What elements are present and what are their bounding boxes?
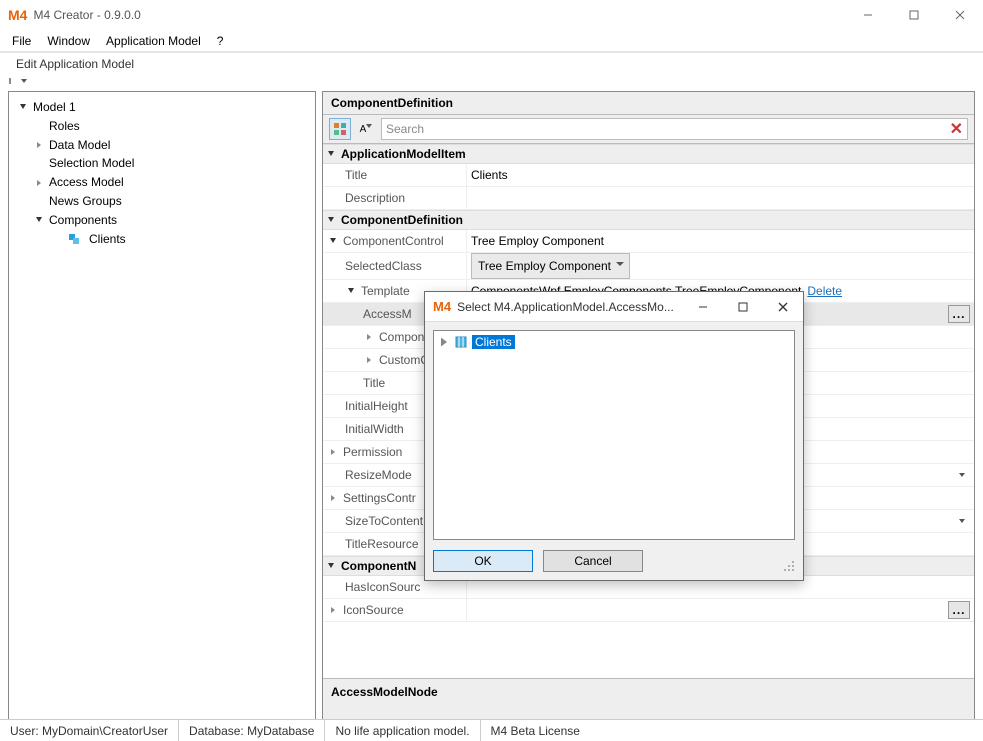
status-license: M4 Beta License [481, 720, 590, 741]
dialog-tree-item-clients[interactable]: Clients [438, 335, 790, 349]
pg-header: ComponentDefinition [323, 92, 974, 115]
maximize-button[interactable] [891, 0, 937, 30]
app-logo: M4 [8, 7, 27, 23]
expand-icon[interactable] [33, 139, 45, 151]
search-placeholder: Search [386, 122, 950, 136]
prop-title[interactable]: TitleClients [323, 164, 974, 187]
cat-app-model-item[interactable]: ApplicationModelItem [323, 144, 974, 164]
cancel-button[interactable]: Cancel [543, 550, 643, 572]
minimize-button[interactable] [845, 0, 891, 30]
search-input[interactable]: Search ✕ [381, 118, 968, 140]
clear-search-icon[interactable]: ✕ [950, 119, 963, 139]
collapse-icon[interactable] [325, 214, 337, 226]
dialog-tree-item-label: Clients [472, 335, 515, 349]
edit-header-label: Edit Application Model [0, 52, 983, 75]
prop-description[interactable]: Description [323, 187, 974, 210]
tree-item-selection-model[interactable]: Selection Model [13, 154, 311, 173]
expand-icon[interactable] [438, 336, 450, 348]
dialog-title: Select M4.ApplicationModel.AccessMo... [457, 300, 683, 314]
pg-toolbar: A Search ✕ [323, 115, 974, 144]
collapse-icon[interactable] [17, 101, 29, 113]
select-access-model-dialog: M4 Select M4.ApplicationModel.AccessMo..… [424, 291, 804, 581]
spacer [33, 158, 45, 170]
close-button[interactable] [937, 0, 983, 30]
pg-description: AccessModelNode [323, 678, 974, 724]
dialog-titlebar[interactable]: M4 Select M4.ApplicationModel.AccessMo..… [425, 292, 803, 322]
dialog-minimize-button[interactable] [683, 293, 723, 321]
window-title: M4 Creator - 0.9.0.0 [33, 8, 845, 22]
tree-item-data-model[interactable]: Data Model [13, 136, 311, 155]
expand-icon[interactable] [363, 331, 375, 343]
tree-item-components[interactable]: Components [13, 211, 311, 230]
spacer [33, 120, 45, 132]
menu-file[interactable]: File [4, 32, 39, 50]
tree-item-roles[interactable]: Roles [13, 117, 311, 136]
selected-class-dropdown[interactable]: Tree Employ Component [471, 253, 630, 279]
status-bar: User: MyDomain\CreatorUser Database: MyD… [0, 719, 983, 741]
chevron-down-icon[interactable] [954, 512, 970, 530]
tree-item-clients[interactable]: Clients [13, 230, 311, 249]
ok-button[interactable]: OK [433, 550, 533, 572]
expand-icon[interactable] [327, 604, 339, 616]
resize-grip-icon[interactable] [781, 558, 795, 572]
menu-bar: File Window Application Model ? [0, 30, 983, 52]
chevron-down-icon[interactable] [954, 466, 970, 484]
dialog-maximize-button[interactable] [723, 293, 763, 321]
tree-item-access-model[interactable]: Access Model [13, 173, 311, 192]
expand-icon[interactable] [327, 446, 339, 458]
expand-icon[interactable] [363, 354, 375, 366]
categorize-button[interactable] [329, 118, 351, 140]
spacer [53, 233, 65, 245]
app-logo-icon: M4 [433, 299, 451, 314]
browse-button[interactable]: ... [948, 305, 970, 323]
dialog-tree[interactable]: Clients [433, 330, 795, 540]
menu-application-model[interactable]: Application Model [98, 32, 209, 50]
tree-root[interactable]: Model 1 [13, 98, 311, 117]
toolbar-dropdown[interactable] [6, 75, 30, 87]
tree-item-news-groups[interactable]: News Groups [13, 192, 311, 211]
prop-icon-source[interactable]: IconSource... [323, 599, 974, 622]
collapse-icon[interactable] [325, 148, 337, 160]
edit-toolbar [0, 75, 983, 91]
menu-window[interactable]: Window [39, 32, 98, 50]
collapse-icon[interactable] [327, 235, 339, 247]
expand-icon[interactable] [327, 492, 339, 504]
collapse-icon[interactable] [345, 285, 357, 297]
spacer [33, 195, 45, 207]
access-node-icon [454, 335, 468, 349]
titlebar: M4 M4 Creator - 0.9.0.0 [0, 0, 983, 30]
status-life: No life application model. [325, 720, 480, 741]
menu-help[interactable]: ? [209, 32, 232, 50]
sort-button[interactable]: A [355, 118, 377, 140]
component-icon [67, 231, 83, 247]
status-user: User: MyDomain\CreatorUser [0, 720, 179, 741]
cat-component-definition[interactable]: ComponentDefinition [323, 210, 974, 230]
collapse-icon[interactable] [325, 560, 337, 572]
tree-root-label: Model 1 [31, 99, 78, 116]
dialog-close-button[interactable] [763, 293, 803, 321]
model-tree-panel: Model 1 Roles Data Model Selection Model… [8, 91, 316, 725]
status-database: Database: MyDatabase [179, 720, 325, 741]
expand-icon[interactable] [33, 177, 45, 189]
delete-link[interactable]: Delete [807, 280, 842, 302]
browse-button[interactable]: ... [948, 601, 970, 619]
prop-component-control[interactable]: ComponentControlTree Employ Component [323, 230, 974, 253]
prop-selected-class[interactable]: SelectedClassTree Employ Component [323, 253, 974, 280]
collapse-icon[interactable] [33, 214, 45, 226]
